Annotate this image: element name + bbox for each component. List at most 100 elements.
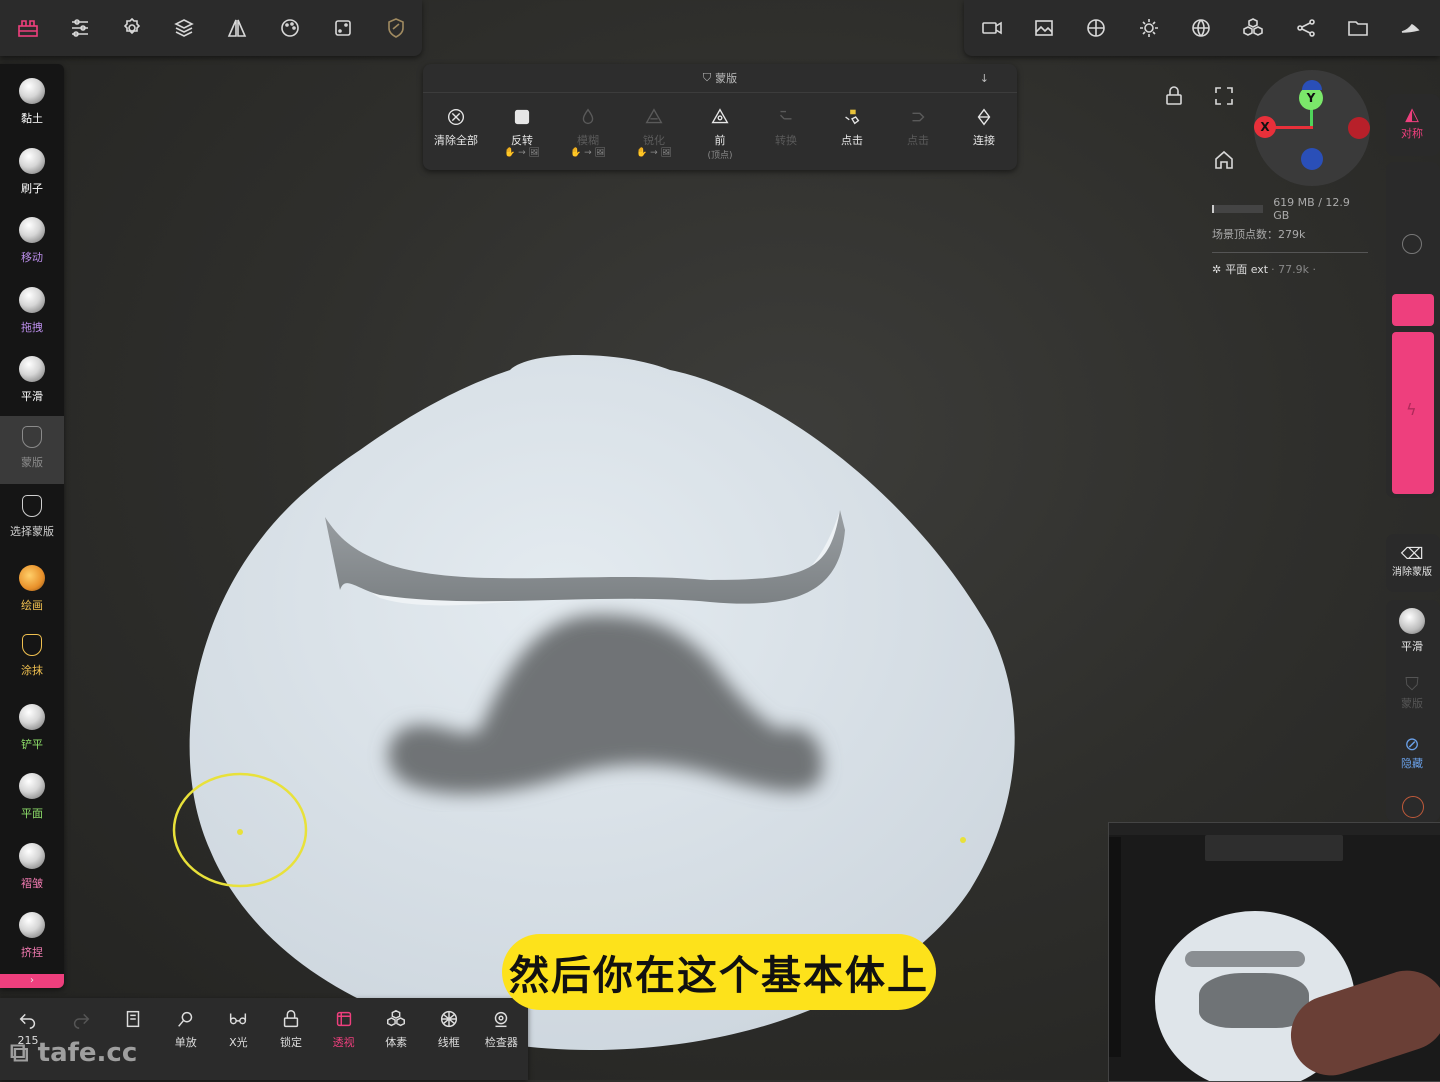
tool-6[interactable]: 选择蒙版 bbox=[0, 485, 64, 553]
tool-12[interactable]: 挤捏 bbox=[0, 902, 64, 970]
gizmo-x-axis[interactable]: X bbox=[1254, 116, 1276, 138]
clear-mask-panel: ⌫ 消除蒙版 bbox=[1386, 534, 1440, 592]
top-right-toolbar bbox=[964, 0, 1440, 56]
tool-0[interactable]: 黏土 bbox=[0, 68, 64, 136]
undo-icon bbox=[19, 1013, 36, 1029]
collapse-arrow-icon[interactable]: ↓ bbox=[980, 72, 989, 85]
hide-quick-icon: ⊘ bbox=[1404, 734, 1420, 755]
bottom-tool-9[interactable]: 检查器 bbox=[475, 1008, 527, 1050]
intensity-slider[interactable]: ϟ bbox=[1392, 332, 1434, 494]
gizmo-z-axis[interactable] bbox=[1301, 148, 1323, 170]
hide-quick-label: 隐藏 bbox=[1401, 757, 1423, 770]
camera-icon[interactable] bbox=[972, 8, 1012, 48]
logo-icon[interactable] bbox=[8, 8, 48, 48]
voxel-icon[interactable] bbox=[1233, 8, 1273, 48]
mask-tool-8[interactable]: 连接 bbox=[953, 106, 1015, 148]
mask-tool-7[interactable]: 点击 bbox=[887, 106, 949, 148]
home-icon[interactable] bbox=[1204, 140, 1244, 180]
tool-label: 铲平 bbox=[21, 737, 43, 751]
mask-tool-5[interactable]: 转换 bbox=[755, 106, 817, 148]
smooth-quick-button[interactable]: 平滑 bbox=[1386, 608, 1438, 654]
bottom-tool-3[interactable]: 单放 bbox=[160, 1008, 212, 1050]
mask-tool-1[interactable]: 反转 ✋ → 🖼 bbox=[491, 106, 553, 158]
tool-sphere-icon bbox=[19, 703, 45, 730]
clear-mask-button[interactable]: ⌫ 消除蒙版 bbox=[1386, 544, 1438, 578]
watermark-icon: ⧉ bbox=[10, 1038, 29, 1068]
symmetry-toggle-icon: ◭ bbox=[1405, 104, 1419, 125]
material-icon[interactable] bbox=[1076, 8, 1116, 48]
mask-tool-3[interactable]: 锐化 ✋ → 🖼 bbox=[623, 106, 685, 158]
orientation-gizmo[interactable]: Y X bbox=[1254, 70, 1370, 186]
mask-quick-label: 蒙版 bbox=[1401, 697, 1423, 710]
memory-stats: 619 MB / 12.9 GB 场景顶点数：279k ✲ 平面 ext · 7… bbox=[1212, 196, 1368, 277]
hide-quick-button[interactable]: ⊘ 隐藏 bbox=[1386, 734, 1438, 771]
mask-shield-icon[interactable] bbox=[376, 8, 416, 48]
light-icon[interactable] bbox=[1129, 8, 1169, 48]
fullscreen-icon[interactable] bbox=[1204, 76, 1244, 116]
tool-1[interactable]: 刷子 bbox=[0, 138, 64, 206]
radius-indicator-icon[interactable] bbox=[1402, 234, 1422, 254]
share-icon[interactable] bbox=[1286, 8, 1326, 48]
bottom-tool-4[interactable]: X光 bbox=[212, 1008, 264, 1050]
gizmo-z-top[interactable] bbox=[1302, 80, 1322, 90]
top-left-toolbar bbox=[0, 0, 422, 56]
tool-5[interactable]: 蒙版 bbox=[0, 415, 64, 484]
bottom-tool-2[interactable] bbox=[107, 1008, 159, 1034]
mask-tool-0[interactable]: 清除全部 bbox=[425, 106, 487, 148]
mask-tool-icon bbox=[780, 110, 792, 120]
tool-11[interactable]: 褶皱 bbox=[0, 833, 64, 901]
bottom-tool-6[interactable]: 透视 bbox=[318, 1008, 370, 1050]
radius-slider[interactable] bbox=[1392, 294, 1434, 326]
pip-left-tools bbox=[1109, 837, 1121, 1057]
tool-7[interactable]: 绘画 bbox=[0, 555, 64, 623]
folder-icon[interactable] bbox=[1338, 8, 1378, 48]
extra-tool-icon[interactable] bbox=[1402, 796, 1424, 818]
bottom-tool-7[interactable]: 体素 bbox=[370, 1008, 422, 1050]
tool-sphere-icon bbox=[19, 286, 45, 313]
mask-tool-label: 清除全部 bbox=[434, 134, 478, 147]
sliders-icon[interactable] bbox=[60, 8, 100, 48]
mask-tool-label: 模糊 bbox=[577, 134, 599, 147]
sphere-grid-icon[interactable] bbox=[1181, 8, 1221, 48]
tool-label: 黏土 bbox=[21, 112, 43, 125]
bottom-tool-5[interactable]: 锁定 bbox=[265, 1008, 317, 1050]
smooth-sphere-icon bbox=[1399, 608, 1425, 634]
mask-tool-label: 连接 bbox=[973, 134, 995, 147]
tool-8[interactable]: 涂抹 bbox=[0, 624, 64, 692]
object-name[interactable]: 平面 ext bbox=[1225, 261, 1268, 277]
symmetry-point bbox=[960, 837, 966, 843]
bottom-tool-label: 体素 bbox=[385, 1036, 408, 1049]
symmetry-button[interactable]: ◭ 对称 bbox=[1386, 104, 1438, 141]
mask-tool-label: 转换 bbox=[775, 134, 797, 147]
mask-tool-icon bbox=[845, 109, 860, 125]
mask-tool-4[interactable]: 前 (顶点) bbox=[689, 106, 751, 161]
image-icon[interactable] bbox=[1024, 8, 1064, 48]
palette-icon[interactable] bbox=[270, 8, 310, 48]
mask-toolbar: ⛉ 蒙版 ↓ 清除全部 反转 ✋ → 🖼 模糊 ✋ → 🖼 锐化 ✋ → 🖼 前 (顶点) 转换点… bbox=[423, 64, 1017, 170]
bottom-tool-8[interactable]: 线框 bbox=[423, 1008, 475, 1050]
tool-sphere-icon bbox=[19, 773, 45, 799]
expand-chevron-icon[interactable]: › bbox=[0, 974, 64, 988]
lock-icon[interactable] bbox=[1154, 76, 1194, 116]
tool-3[interactable]: 拖拽 bbox=[0, 277, 64, 345]
mask-quick-button[interactable]: ⛉ 蒙版 bbox=[1386, 674, 1438, 711]
tool-label: 绘画 bbox=[21, 598, 43, 612]
tool-4[interactable]: 平滑 bbox=[0, 346, 64, 414]
hand-icon[interactable] bbox=[1390, 8, 1430, 48]
gizmo-neg-x[interactable] bbox=[1348, 117, 1370, 139]
settings-gear-icon[interactable] bbox=[112, 8, 152, 48]
mask-tool-2[interactable]: 模糊 ✋ → 🖼 bbox=[557, 106, 619, 158]
tool-2[interactable]: 移动 bbox=[0, 207, 64, 275]
voxel-icon bbox=[387, 1009, 406, 1027]
mask-tool-6[interactable]: 点击 bbox=[821, 106, 883, 148]
eraser-icon: ⌫ bbox=[1400, 544, 1424, 563]
layers-icon[interactable] bbox=[164, 8, 204, 48]
bottom-tool-1[interactable] bbox=[55, 1008, 107, 1034]
tool-9[interactable]: 铲平 bbox=[0, 694, 64, 762]
brush-cursor-center bbox=[237, 829, 243, 835]
tool-10[interactable]: 平面 bbox=[0, 763, 64, 831]
dice-icon[interactable] bbox=[323, 8, 363, 48]
mask-tool-label: 锐化 bbox=[643, 134, 665, 147]
symmetry-icon[interactable] bbox=[217, 8, 257, 48]
inspector-icon bbox=[495, 1011, 508, 1028]
